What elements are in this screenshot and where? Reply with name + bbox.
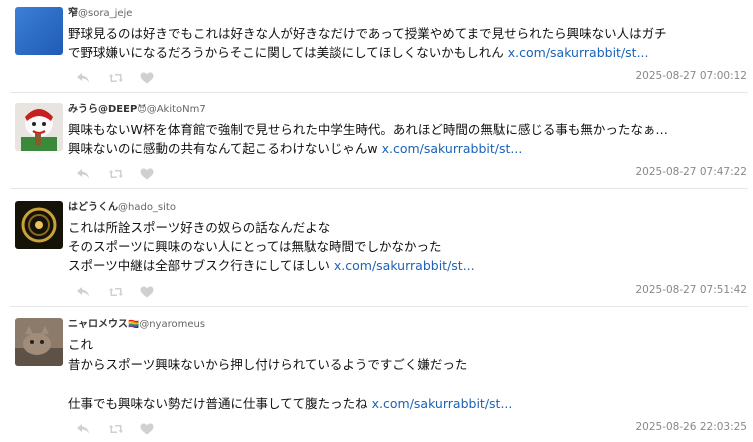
timestamp[interactable]: 2025-08-27 07:00:12	[635, 70, 747, 82]
timestamp[interactable]: 2025-08-27 07:51:42	[635, 284, 747, 296]
tweet-link[interactable]: x.com/sakurrabbit/st...	[334, 258, 475, 273]
tweet-link[interactable]: x.com/sakurrabbit/st...	[508, 45, 649, 60]
heart-icon[interactable]	[140, 165, 154, 184]
tweet-text: これは所詮スポーツ好きの奴らの話なんだよな そのスポーツに興味のない人にとっては…	[68, 218, 743, 275]
tweet-item: みうら@DEEP😈@AkitoNm7 興味もないW杯を体育館で強制で見せられた中…	[0, 93, 753, 187]
reply-icon[interactable]	[76, 420, 90, 439]
tweet-header: はどうくん@hado_sito	[68, 198, 176, 213]
heart-icon[interactable]	[140, 283, 154, 302]
tweet-line: 昔からスポーツ興味ないから押し付けられているようですごく嫌だった	[68, 356, 468, 372]
timestamp[interactable]: 2025-08-26 22:03:25	[635, 421, 747, 433]
retweet-icon[interactable]	[108, 165, 124, 184]
tweet-line: 興味もないW杯を体育館で強制で見せられた中学生時代。あれほど時間の無駄に感じる事…	[68, 122, 668, 137]
tweet-item: 窄@sora_jeje 野球見るのは好きでもこれは好きな人が好きなだけであって授…	[0, 0, 753, 92]
retweet-icon[interactable]	[108, 283, 124, 302]
tweet-link[interactable]: x.com/sakurrabbit/st...	[372, 396, 513, 411]
tweet-line: で野球嫌いになるだろうからそこに関しては美談にしてほしくないかもしれん x.co…	[68, 45, 649, 60]
reply-icon[interactable]	[76, 165, 90, 184]
user-handle[interactable]: @hado_sito	[118, 202, 176, 213]
avatar[interactable]	[15, 103, 63, 151]
reply-icon[interactable]	[76, 283, 90, 302]
timestamp[interactable]: 2025-08-27 07:47:22	[635, 166, 747, 178]
tweet-line: 仕事でも興味ない勢だけ普通に仕事してて腹たったね x.com/sakurrabb…	[68, 395, 513, 411]
tweet-header: 窄@sora_jeje	[68, 4, 132, 19]
tweet-header: ニャロメウス🏳️‍🌈@nyaromeus	[68, 315, 205, 330]
rainbow-flag-icon: 🏳️‍🌈	[128, 320, 140, 330]
tweet-text: これ 昔からスポーツ興味ないから押し付けられているようですごく嫌だった 仕事でも…	[68, 335, 743, 413]
tweet-header: みうら@DEEP😈@AkitoNm7	[68, 100, 206, 115]
tweet-text: 野球見るのは好きでもこれは好きな人が好きなだけであって授業やめてまで見せられたら…	[68, 24, 743, 62]
reply-icon[interactable]	[76, 69, 90, 88]
avatar[interactable]	[15, 7, 63, 55]
heart-icon[interactable]	[140, 69, 154, 88]
avatar[interactable]	[15, 318, 63, 366]
user-handle[interactable]: @nyaromeus	[139, 319, 205, 330]
display-name[interactable]: ニャロメウス	[68, 319, 128, 330]
display-name[interactable]: 窄	[68, 8, 78, 19]
retweet-icon[interactable]	[108, 69, 124, 88]
display-name[interactable]: はどうくん	[68, 202, 118, 213]
retweet-icon[interactable]	[108, 420, 124, 439]
tweet-link[interactable]: x.com/sakurrabbit/st...	[382, 141, 523, 156]
tweet-item: ニャロメウス🏳️‍🌈@nyaromeus これ 昔からスポーツ興味ないから押し付…	[0, 307, 753, 442]
display-name[interactable]: みうら@DEEP	[68, 104, 137, 115]
tweet-line: これ	[68, 337, 94, 352]
avatar[interactable]	[15, 201, 63, 249]
devil-emoji-icon: 😈	[137, 105, 147, 115]
heart-icon[interactable]	[140, 420, 154, 439]
tweet-item: はどうくん@hado_sito これは所詮スポーツ好きの奴らの話なんだよな その…	[0, 189, 753, 305]
user-handle[interactable]: @AkitoNm7	[147, 104, 206, 115]
tweet-text: 興味もないW杯を体育館で強制で見せられた中学生時代。あれほど時間の無駄に感じる事…	[68, 120, 743, 158]
tweet-line: スポーツ中継は全部サブスク行きにしてほしい x.com/sakurrabbit/…	[68, 258, 475, 273]
tweet-line: そのスポーツに興味のない人にとっては無駄な時間でしかなかった	[68, 239, 442, 254]
tweet-line: 野球見るのは好きでもこれは好きな人が好きなだけであって授業やめてまで見せられたら…	[68, 26, 667, 41]
user-handle[interactable]: @sora_jeje	[78, 8, 132, 19]
tweet-line: 興味ないのに感動の共有なんて起こるわけないじゃんw x.com/sakurrab…	[68, 141, 523, 156]
tweet-line: これは所詮スポーツ好きの奴らの話なんだよな	[68, 220, 331, 235]
